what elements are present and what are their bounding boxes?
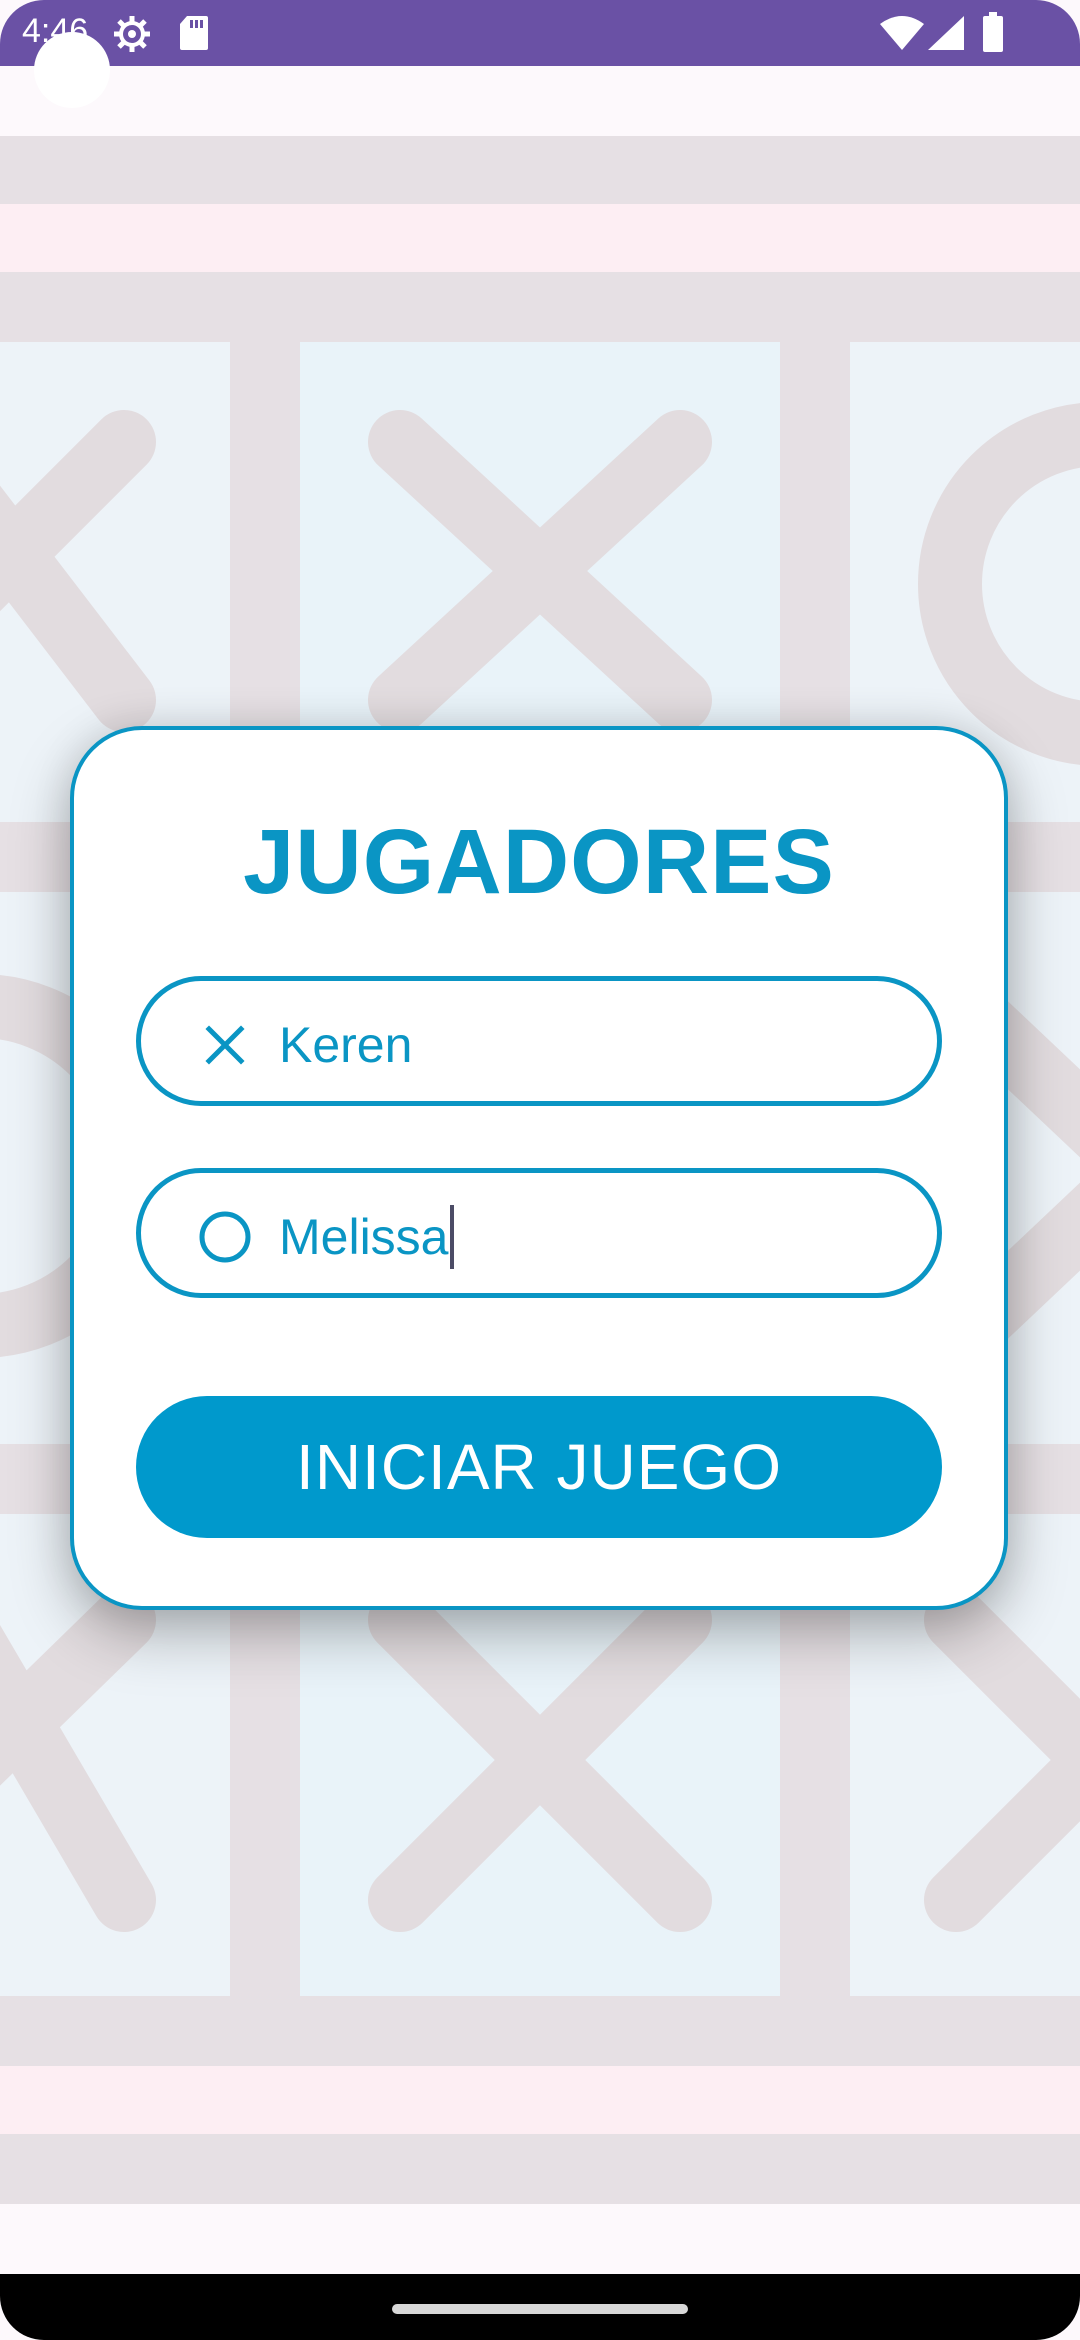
status-bar: 4:46	[0, 0, 1080, 66]
dialog-title: JUGADORES	[243, 811, 835, 913]
player2-value-wrap: Melissa	[279, 1205, 455, 1269]
player1-input[interactable]: Keren	[136, 976, 942, 1106]
home-indicator[interactable]	[392, 2304, 688, 2314]
player2-input[interactable]: Melissa	[136, 1168, 942, 1298]
sd-card-icon	[178, 14, 210, 57]
text-cursor	[450, 1205, 455, 1269]
players-dialog: JUGADORES Keren Melissa INICIAR JUEGO	[70, 726, 1008, 1610]
wifi-icon	[880, 16, 924, 55]
circle-mark-icon	[197, 1209, 251, 1263]
camera-cutout	[34, 32, 110, 108]
signal-icon	[928, 16, 964, 55]
gear-icon	[112, 14, 152, 59]
x-mark-icon	[201, 1021, 249, 1069]
battery-icon	[982, 12, 1004, 57]
player1-value: Keren	[279, 1017, 413, 1073]
start-game-button[interactable]: INICIAR JUEGO	[136, 1396, 942, 1538]
player2-value: Melissa	[279, 1209, 449, 1265]
